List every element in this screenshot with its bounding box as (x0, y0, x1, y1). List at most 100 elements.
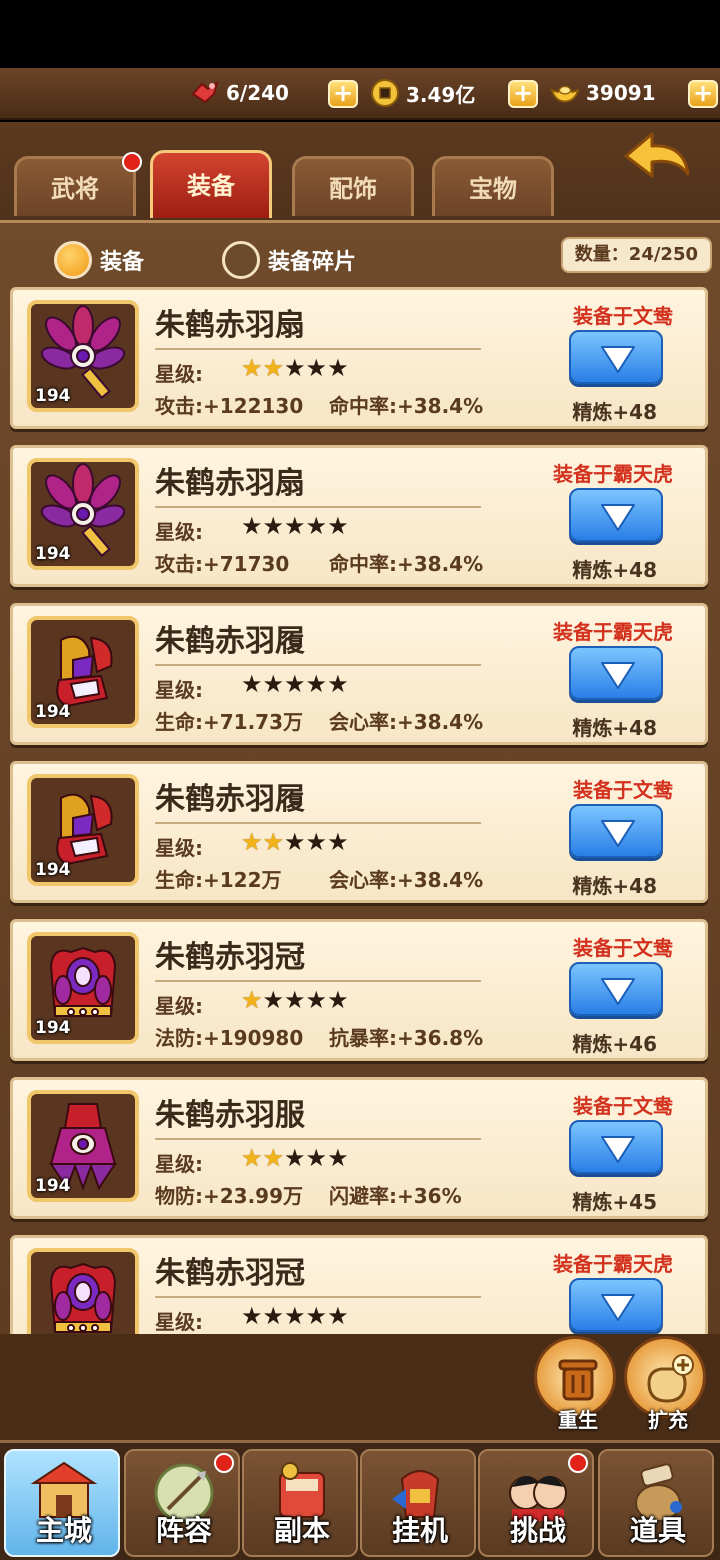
rebirth-label: 重生 (558, 1408, 598, 1432)
add-ingots-button[interactable]: + (688, 80, 718, 108)
expand-button[interactable]: 扩充 (624, 1336, 706, 1432)
equipped-by: 装备于霸天虎 (553, 620, 673, 644)
notification-dot (122, 152, 142, 172)
gold-star-icon: ★ (241, 1144, 263, 1172)
item-level: 194 (35, 702, 71, 722)
ingot-value: 39091 (586, 81, 656, 105)
expand-details-button[interactable] (569, 1120, 663, 1174)
secondary-stat: 闪避率:+36% (329, 1184, 462, 1208)
equipment-thumbnail[interactable]: 194 (27, 1090, 139, 1202)
star-label: 星级: (155, 520, 203, 544)
nav-items[interactable]: 道具 (598, 1449, 714, 1557)
tab-label: 配饰 (329, 175, 377, 203)
rebirth-button[interactable]: 重生 (534, 1336, 616, 1432)
tab-treasures[interactable]: 宝物 (432, 156, 554, 216)
add-coins-button[interactable]: + (508, 80, 538, 108)
equipped-by: 装备于文鸯 (573, 304, 673, 328)
equipment-thumbnail[interactable]: 194 (27, 300, 139, 412)
chevron-down-icon (601, 504, 635, 531)
chevron-down-icon (601, 1294, 635, 1321)
divider (155, 822, 481, 824)
star-icon: ★ (284, 1302, 306, 1330)
equipment-card[interactable]: 194 朱鹤赤羽服 星级: ★ ★ ★ ★ ★ 物防:+23.99万 闪避率:+36% … (10, 1077, 708, 1219)
nav-formation[interactable]: 阵容 (124, 1449, 240, 1557)
expand-label: 扩充 (648, 1408, 688, 1432)
equipment-card[interactable]: 194 朱鹤赤羽履 星级: ★ ★ ★ ★ ★ 生命:+122万 会心率:+38.4% … (10, 761, 708, 903)
coin-counter: 3.49亿 (370, 76, 475, 110)
star-icon: ★ (327, 986, 349, 1014)
ingot-counter: 39091 (550, 76, 656, 110)
star-icon: ★ (305, 670, 328, 698)
equipped-by: 装备于霸天虎 (553, 1252, 673, 1276)
equipment-thumbnail[interactable]: 194 (27, 932, 139, 1044)
stamina-icon (190, 78, 220, 108)
tab-accessories[interactable]: 配饰 (292, 156, 414, 216)
nav-label: 副本 (273, 1514, 330, 1547)
gold-star-icon: ★ (262, 354, 285, 382)
equipment-card[interactable]: 194 朱鹤赤羽扇 星级: ★ ★ ★ ★ ★ 攻击:+122130 命中率:+38.4… (10, 287, 708, 429)
expand-details-button[interactable] (569, 804, 663, 858)
crown-icon (31, 1252, 135, 1337)
expand-details-button[interactable] (569, 962, 663, 1016)
stamina-counter: 6/240 (190, 76, 289, 110)
star-icon: ★ (262, 1302, 285, 1330)
star-icon: ★ (305, 986, 328, 1014)
equipment-thumbnail[interactable]: 194 (27, 1248, 139, 1337)
filter-fragments-radio[interactable]: 装备碎片 (222, 241, 356, 279)
equipped-by: 装备于霸天虎 (553, 462, 673, 486)
secondary-stat: 会心率:+38.4% (329, 868, 484, 892)
item-name: 朱鹤赤羽扇 (155, 308, 305, 343)
add-stamina-button[interactable]: + (328, 80, 358, 108)
expand-details-button[interactable] (569, 646, 663, 700)
expand-details-button[interactable] (569, 330, 663, 384)
refine-level: 精炼+48 (572, 400, 657, 424)
equipment-card[interactable]: 194 朱鹤赤羽履 星级: ★ ★ ★ ★ ★ 生命:+71.73万 会心率:+38.4… (10, 603, 708, 745)
star-icon: ★ (284, 828, 306, 856)
expand-details-button[interactable] (569, 1278, 663, 1332)
star-icon: ★ (305, 354, 328, 382)
equipment-card[interactable]: 194 朱鹤赤羽扇 星级: ★ ★ ★ ★ ★ 攻击:+71730 命中率:+38.4%… (10, 445, 708, 587)
star-label: 星级: (155, 362, 203, 386)
divider (155, 1138, 481, 1140)
tab-equipment[interactable]: 装备 (150, 150, 272, 218)
filter-equipment-label: 装备 (100, 250, 145, 275)
star-rating: ★ ★ ★ ★ ★ (241, 986, 349, 1014)
nav-label: 道具 (629, 1514, 686, 1547)
gold-star-icon: ★ (262, 1144, 285, 1172)
coin-icon (370, 78, 400, 108)
item-level: 194 (35, 1176, 71, 1196)
item-name: 朱鹤赤羽冠 (155, 940, 305, 975)
nav-label: 挑战 (509, 1514, 566, 1547)
divider (155, 506, 481, 508)
gold-star-icon: ★ (241, 986, 263, 1014)
equipment-card[interactable]: 194 朱鹤赤羽冠 星级: ★ ★ ★ ★ ★ 法防:+190980 抗暴率:+36.8… (10, 919, 708, 1061)
refine-level: 精炼+48 (572, 874, 657, 898)
nav-main-city[interactable]: 主城 (4, 1449, 120, 1557)
star-icon: ★ (327, 828, 349, 856)
equipment-thumbnail[interactable]: 194 (27, 458, 139, 570)
divider (155, 1296, 481, 1298)
equipment-thumbnail[interactable]: 194 (27, 616, 139, 728)
radio-selected-icon (54, 241, 92, 279)
star-rating: ★ ★ ★ ★ ★ (241, 354, 349, 382)
star-icon: ★ (327, 354, 349, 382)
back-button[interactable] (622, 130, 692, 190)
chevron-down-icon (601, 978, 635, 1005)
tab-generals[interactable]: 武将 (14, 156, 136, 216)
item-level: 194 (35, 860, 71, 880)
nav-idle[interactable]: 挂机 (360, 1449, 476, 1557)
filter-equipment-radio[interactable]: 装备 (54, 241, 144, 279)
nav-dungeon[interactable]: 副本 (242, 1449, 358, 1557)
primary-stat: 物防:+23.99万 (155, 1184, 304, 1208)
star-icon: ★ (241, 1302, 263, 1330)
equipment-list[interactable]: 194 朱鹤赤羽扇 星级: ★ ★ ★ ★ ★ 攻击:+122130 命中率:+38.4… (0, 287, 720, 1337)
equipment-card[interactable]: 194 朱鹤赤羽冠 星级: ★★★★★ 装备于霸天虎 (10, 1235, 708, 1337)
back-arrow-icon (624, 132, 690, 178)
equipment-thumbnail[interactable]: 194 (27, 774, 139, 886)
equipped-by: 装备于文鸯 (573, 1094, 673, 1118)
star-icon: ★ (284, 512, 306, 540)
nav-label: 挂机 (391, 1514, 448, 1547)
tab-label: 装备 (187, 172, 235, 200)
expand-details-button[interactable] (569, 488, 663, 542)
nav-challenge[interactable]: 挑战 (478, 1449, 594, 1557)
